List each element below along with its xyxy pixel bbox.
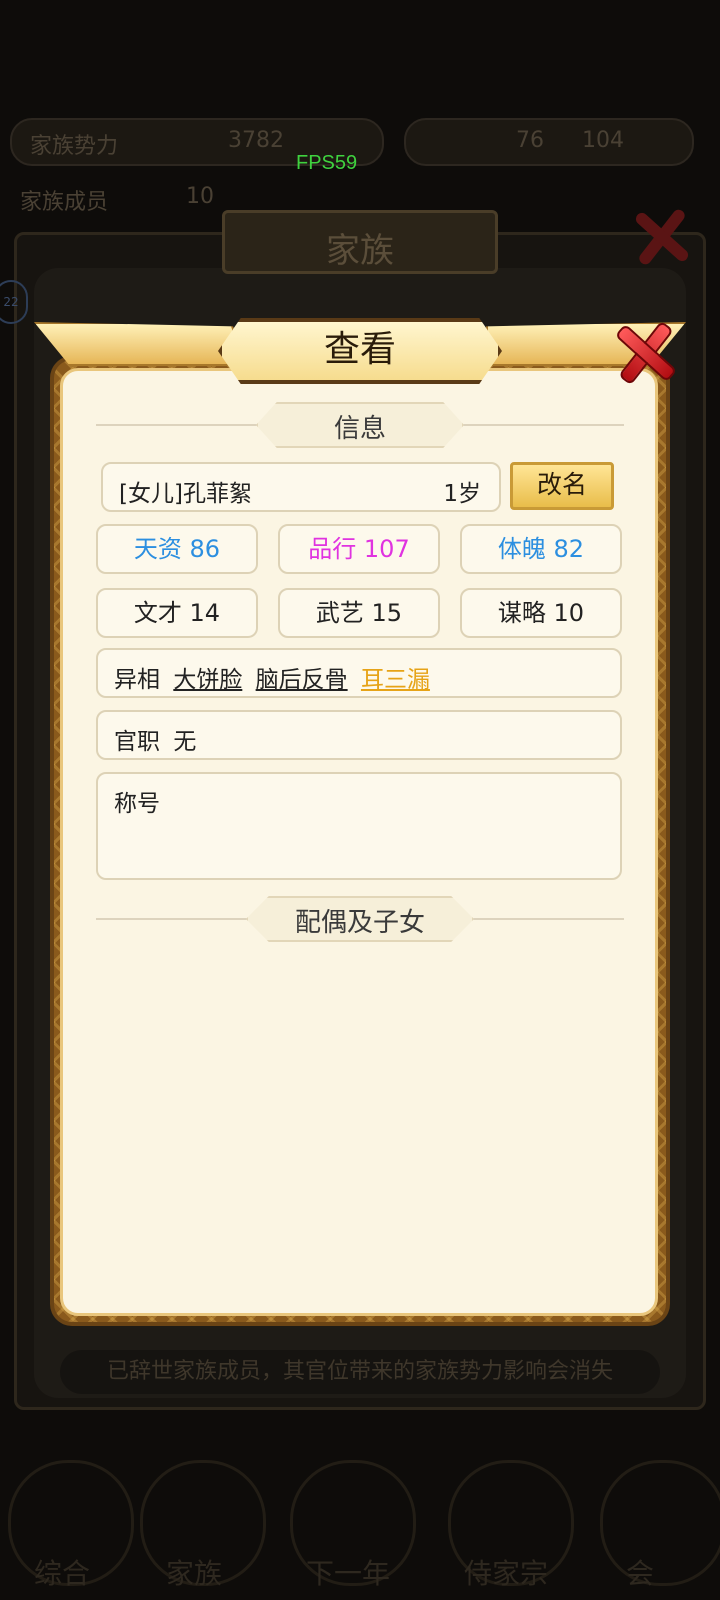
stat-talent: 天资 86 bbox=[96, 524, 258, 574]
resource-bar: 76 104 bbox=[404, 118, 694, 166]
family-title: 家族 bbox=[326, 231, 394, 271]
stat-morality: 品行 107 bbox=[278, 524, 440, 574]
honorific-label: 称号 bbox=[114, 791, 160, 817]
stat-literary-label: 文才 14 bbox=[133, 599, 221, 627]
office-label: 官职 bbox=[114, 729, 160, 755]
stat-strategy: 谋略 10 bbox=[460, 588, 622, 638]
stat-strategy-label: 谋略 10 bbox=[497, 599, 585, 627]
dialog-title: 查看 bbox=[323, 329, 396, 370]
trait-link[interactable]: 脑后反骨 bbox=[256, 667, 348, 693]
info-section-title: 信息 bbox=[333, 414, 386, 444]
family-power-value: 3782 bbox=[228, 128, 284, 153]
stat-literary: 文才 14 bbox=[96, 588, 258, 638]
office-value: 无 bbox=[173, 729, 197, 755]
trait-link[interactable]: 耳三漏 bbox=[361, 667, 430, 693]
nav-label-clan: 侍家宗 bbox=[464, 1557, 549, 1590]
rename-button[interactable]: 改名 bbox=[510, 462, 614, 510]
office-field: 官职 无 bbox=[96, 710, 622, 760]
name-field: [女儿]孔菲絮 1岁 bbox=[101, 462, 501, 512]
family-close-icon[interactable] bbox=[630, 204, 694, 268]
stat-morality-label: 品行 107 bbox=[308, 535, 410, 563]
resource-value-2: 104 bbox=[582, 128, 624, 153]
stat-physique-label: 体魄 82 bbox=[497, 535, 585, 563]
nav-label-general: 综合 bbox=[34, 1557, 91, 1590]
trait-link[interactable]: 大饼脸 bbox=[173, 667, 242, 693]
resource-value: 76 bbox=[516, 128, 544, 153]
fps-counter: FPS59 bbox=[296, 152, 358, 174]
nav-label-next-year: 下一年 bbox=[306, 1557, 391, 1590]
stat-martial: 武艺 15 bbox=[278, 588, 440, 638]
bottom-nav: 综合 家族 下一年 侍家宗 会 bbox=[0, 1440, 720, 1600]
spouse-divider-left bbox=[96, 918, 266, 920]
deceased-notice: 已辞世家族成员，其官位带来的家族势力影响会消失 bbox=[60, 1350, 660, 1394]
family-title-plate: 家族 bbox=[222, 210, 498, 274]
info-divider-left bbox=[96, 424, 266, 426]
spouse-divider-right bbox=[454, 918, 624, 920]
nav-more-icon[interactable] bbox=[600, 1460, 720, 1586]
traits-field: 异相 大饼脸 脑后反骨 耳三漏 bbox=[96, 648, 622, 698]
family-power-label: 家族势力 bbox=[30, 134, 119, 159]
spouse-section-title: 配偶及子女 bbox=[294, 908, 425, 938]
traits-label: 异相 bbox=[114, 667, 160, 693]
stat-talent-label: 天资 86 bbox=[133, 535, 221, 563]
nav-label-family: 家族 bbox=[166, 1557, 223, 1590]
member-age: 1岁 bbox=[443, 481, 481, 507]
honorific-field: 称号 bbox=[96, 772, 622, 880]
stat-physique: 体魄 82 bbox=[460, 524, 622, 574]
info-divider-right bbox=[454, 424, 624, 426]
notification-badge[interactable]: 22 bbox=[0, 280, 28, 324]
close-icon[interactable] bbox=[612, 318, 678, 386]
stat-martial-label: 武艺 15 bbox=[315, 599, 403, 627]
member-value: 10 bbox=[186, 184, 214, 209]
nav-label-more: 会 bbox=[626, 1557, 655, 1590]
member-name: [女儿]孔菲絮 bbox=[119, 481, 252, 507]
member-label: 家族成员 bbox=[20, 190, 109, 215]
